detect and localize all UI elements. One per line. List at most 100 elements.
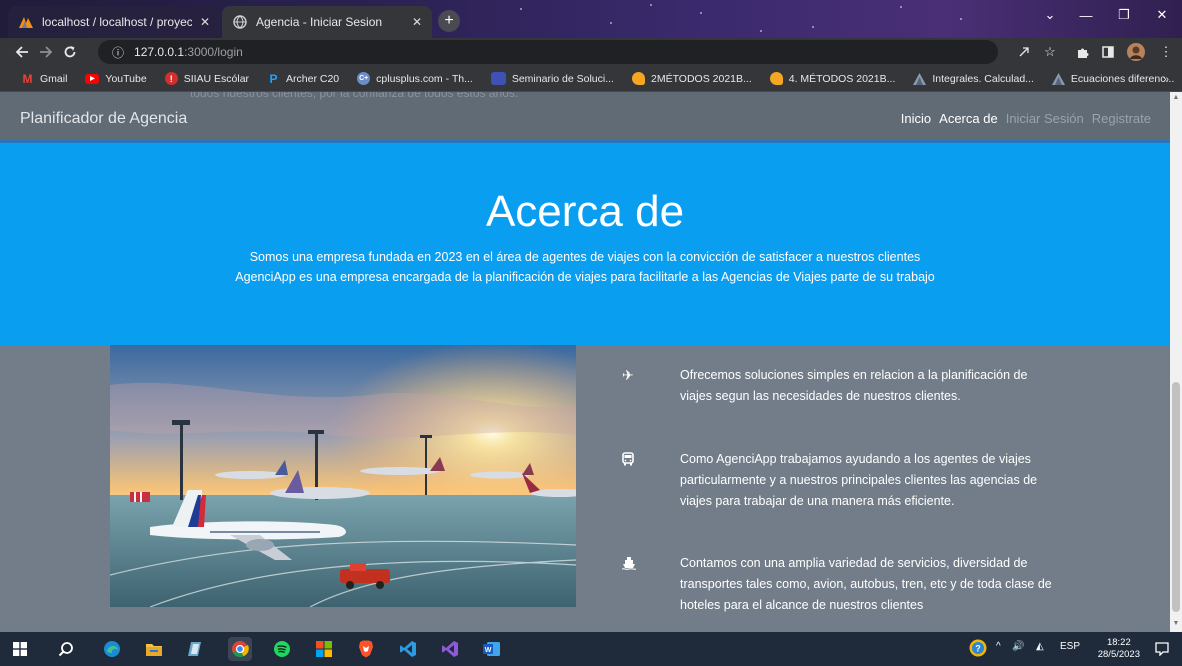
- bookmarks-bar: M Gmail ▶ YouTube ! SIIAU Escólar P Arch…: [0, 66, 1182, 92]
- feature-text: Como AgenciApp trabajamos ayudando a los…: [680, 452, 1038, 508]
- bookmark-gmail[interactable]: M Gmail: [12, 71, 76, 86]
- close-icon[interactable]: ✕: [412, 15, 422, 29]
- nav-link-iniciar-sesion[interactable]: Iniciar Sesión: [1005, 111, 1085, 126]
- menu-kebab-icon[interactable]: ⋮: [1154, 40, 1178, 64]
- feature-item: ✈ Ofrecemos soluciones simples en relaci…: [620, 365, 1060, 407]
- siiau-icon: !: [164, 72, 178, 85]
- clock-date: 28/5/2023: [1097, 649, 1140, 660]
- reload-icon[interactable]: [58, 40, 82, 64]
- svg-text:?: ?: [975, 644, 981, 654]
- bookmark-integrales[interactable]: Integrales. Calculad...: [904, 72, 1043, 85]
- file-explorer-icon[interactable]: [142, 637, 166, 661]
- bookmark-metodos-2[interactable]: 2MÉTODOS 2021B...: [623, 72, 761, 85]
- close-icon[interactable]: ✕: [200, 15, 210, 29]
- profile-avatar[interactable]: [1124, 40, 1148, 64]
- bookmark-siiau[interactable]: ! SIIAU Escólar: [156, 72, 258, 85]
- tab-agencia-login[interactable]: Agencia - Iniciar Sesion ✕: [222, 6, 432, 38]
- bookmark-metodos-4[interactable]: 4. MÉTODOS 2021B...: [761, 72, 905, 85]
- back-arrow-icon[interactable]: [10, 40, 34, 64]
- word-icon[interactable]: W: [480, 637, 504, 661]
- bookmark-archer[interactable]: P Archer C20: [258, 71, 348, 86]
- minimize-button[interactable]: —: [1068, 0, 1104, 30]
- svg-text:W: W: [485, 647, 492, 654]
- browser-tab-strip: localhost / localhost / proyecto / ✕ Age…: [0, 0, 1182, 38]
- windows-taskbar: W ? ^ 🔊 ◭ ESP 18:22 28/5/2023: [0, 632, 1182, 666]
- feature-text: Ofrecemos soluciones simples en relacion…: [680, 368, 1028, 403]
- page-viewport: todos nuestros clientes, por la confianz…: [0, 92, 1170, 632]
- new-tab-button[interactable]: +: [438, 10, 460, 32]
- page-title: Acerca de: [485, 187, 685, 236]
- site-info-icon[interactable]: ⓘ: [112, 44, 124, 61]
- tplink-icon: P: [269, 71, 278, 86]
- hero-paragraph-1: Somos una empresa fundada en 2023 en el …: [249, 250, 921, 264]
- volume-icon[interactable]: 🔊: [1012, 641, 1024, 652]
- nav-links: Inicio Acerca de Iniciar Sesión Registra…: [900, 111, 1152, 126]
- feature-item: Como AgenciApp trabajamos ayudando a los…: [620, 449, 1060, 512]
- close-window-button[interactable]: ✕: [1144, 0, 1180, 30]
- notepad-icon[interactable]: [184, 637, 208, 661]
- visual-studio-icon[interactable]: [438, 637, 462, 661]
- url-path: :3000/login: [184, 45, 243, 59]
- forward-arrow-icon[interactable]: [34, 40, 58, 64]
- spotify-icon[interactable]: [270, 637, 294, 661]
- notebook-icon: [769, 72, 783, 85]
- nav-link-acerca-de[interactable]: Acerca de: [938, 111, 999, 126]
- windows-start-icon[interactable]: [8, 637, 32, 661]
- chrome-icon[interactable]: [228, 637, 252, 661]
- classroom-icon: [490, 72, 506, 85]
- gmail-icon: M: [22, 71, 33, 86]
- vscode-icon[interactable]: [396, 637, 420, 661]
- cplusplus-icon: C+: [357, 72, 371, 85]
- wifi-icon[interactable]: ◭: [1036, 641, 1044, 652]
- bookmark-star-icon[interactable]: ☆: [1038, 40, 1062, 64]
- scroll-up-icon[interactable]: ▲: [1172, 94, 1180, 104]
- phpmyadmin-icon: [18, 14, 34, 30]
- restore-button[interactable]: ❐: [1106, 0, 1142, 30]
- bookmark-cplusplus[interactable]: C+ cplusplus.com - Th...: [348, 72, 482, 85]
- system-clock[interactable]: 18:22 28/5/2023: [1098, 637, 1140, 661]
- search-icon[interactable]: [54, 637, 78, 661]
- clock-time: 18:22: [1106, 637, 1131, 648]
- scroll-down-icon[interactable]: ▼: [1172, 620, 1180, 630]
- feature-text: Contamos con una amplia variedad de serv…: [680, 556, 1052, 612]
- tab-phpmyadmin[interactable]: localhost / localhost / proyecto / ✕: [8, 6, 220, 38]
- site-navbar: todos nuestros clientes, por la confianz…: [0, 92, 1170, 143]
- airport-airplanes-image: [110, 345, 576, 607]
- page-scrollbar[interactable]: ▲ ▼: [1170, 92, 1182, 632]
- integral-icon: [1051, 72, 1065, 85]
- hero-paragraph-2: AgenciApp es una empresa encargada de la…: [235, 270, 935, 284]
- scrollbar-thumb[interactable]: [1172, 382, 1180, 612]
- ship-icon: [620, 553, 680, 573]
- tab-title: localhost / localhost / proyecto /: [42, 15, 192, 29]
- tab-title: Agencia - Iniciar Sesion: [256, 15, 383, 29]
- bus-icon: [620, 449, 680, 469]
- url-bar[interactable]: ⓘ 127.0.0.1:3000/login: [98, 40, 998, 64]
- airplane-icon: ✈: [622, 366, 634, 383]
- scrolled-text-behind-navbar: todos nuestros clientes, por la confianz…: [190, 92, 519, 100]
- integral-icon: [913, 72, 927, 85]
- extensions-puzzle-icon[interactable]: [1070, 40, 1094, 64]
- youtube-icon: ▶: [85, 73, 100, 84]
- show-hidden-icons-chevron-icon[interactable]: ^: [996, 641, 1001, 652]
- nav-link-inicio[interactable]: Inicio: [900, 111, 932, 126]
- bookmarks-overflow-button[interactable]: »: [1154, 73, 1178, 85]
- share-icon[interactable]: [1012, 40, 1036, 64]
- notebook-icon: [631, 72, 645, 85]
- about-hero: Acerca de Somos una empresa fundada en 2…: [0, 143, 1170, 345]
- microsoft-store-icon[interactable]: [312, 637, 336, 661]
- feature-item: Contamos con una amplia variedad de serv…: [620, 553, 1060, 616]
- edge-icon[interactable]: [100, 637, 124, 661]
- address-toolbar: ⓘ 127.0.0.1:3000/login ☆ ⋮: [0, 38, 1182, 66]
- brave-icon[interactable]: [354, 637, 378, 661]
- bookmark-seminario[interactable]: Seminario de Soluci...: [482, 72, 623, 85]
- notifications-icon[interactable]: [1150, 637, 1174, 661]
- language-indicator[interactable]: ESP: [1060, 641, 1080, 652]
- nav-link-registrate[interactable]: Registrate: [1091, 111, 1152, 126]
- globe-icon: [232, 14, 248, 30]
- side-panel-icon[interactable]: [1096, 40, 1120, 64]
- site-brand[interactable]: Planificador de Agencia: [20, 110, 187, 128]
- tab-search-chevron-icon[interactable]: ⌄: [1032, 0, 1068, 30]
- help-tray-icon[interactable]: ?: [968, 638, 988, 658]
- url-host: 127.0.0.1: [134, 45, 185, 59]
- bookmark-youtube[interactable]: ▶ YouTube: [76, 73, 155, 85]
